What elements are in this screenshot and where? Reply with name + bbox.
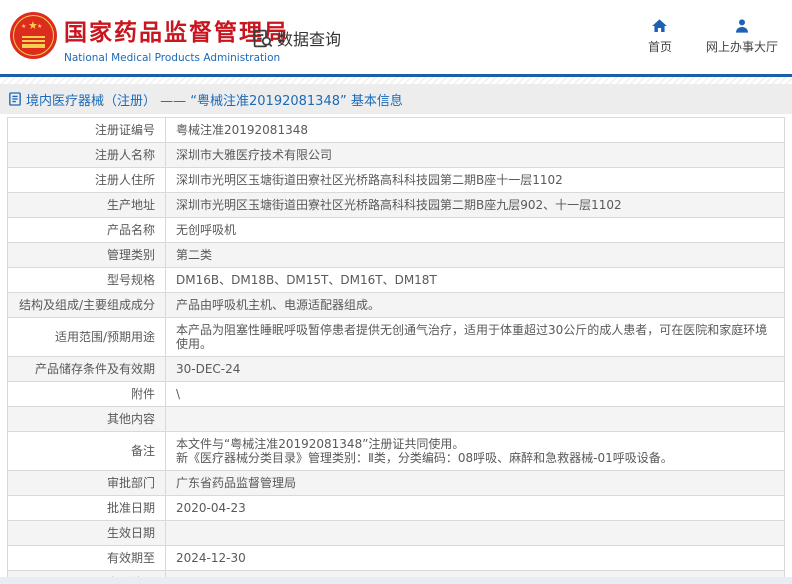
row-value: DM16B、DM18B、DM15T、DM16T、DM18T <box>166 268 785 293</box>
row-value <box>166 521 785 546</box>
row-value: 产品由呼吸机主机、电源适配器组成。 <box>166 293 785 318</box>
row-label: 生产地址 <box>8 193 166 218</box>
table-row: 适用范围/预期用途本产品为阻塞性睡眠呼吸暂停患者提供无创通气治疗，适用于体重超过… <box>8 318 785 357</box>
row-label: 有效期至 <box>8 546 166 571</box>
table-row: 管理类别第二类 <box>8 243 785 268</box>
document-icon <box>9 92 21 106</box>
table-row: 产品名称无创呼吸机 <box>8 218 785 243</box>
row-value: 2024-12-30 <box>166 546 785 571</box>
row-value <box>166 407 785 432</box>
home-icon <box>651 18 668 34</box>
breadcrumb-bar: 境内医疗器械（注册） —— “粤械注准20192081348” 基本信息 <box>0 84 792 114</box>
page-header: ★ ★ ★ 国家药品监督管理局 National Medical Product… <box>0 0 792 77</box>
row-label: 附件 <box>8 382 166 407</box>
row-label: 其他内容 <box>8 407 166 432</box>
row-value: 无创呼吸机 <box>166 218 785 243</box>
row-value: 30-DEC-24 <box>166 357 785 382</box>
row-label: 注册人住所 <box>8 168 166 193</box>
row-label: 备注 <box>8 432 166 471</box>
table-row: 注册人名称深圳市大雅医疗技术有限公司 <box>8 143 785 168</box>
nav-item-service-hall[interactable]: 网上办事大厅 <box>706 18 778 55</box>
row-label: 产品名称 <box>8 218 166 243</box>
national-emblem-logo: ★ ★ ★ <box>10 12 57 59</box>
table-row: 型号规格DM16B、DM18B、DM15T、DM16T、DM18T <box>8 268 785 293</box>
row-label: 注册人名称 <box>8 143 166 168</box>
row-value-line: 本文件与“粤械注准20192081348”注册证共同使用。 <box>176 437 774 451</box>
row-value-line: 新《医疗器械分类目录》管理类别：Ⅱ类，分类编码：08呼吸、麻醉和急救器械-01呼… <box>176 451 774 465</box>
row-label: 结构及组成/主要组成成分 <box>8 293 166 318</box>
row-value: 深圳市光明区玉塘街道田寮社区光桥路高科科技园第二期B座十一层1102 <box>166 168 785 193</box>
nav-item-home[interactable]: 首页 <box>648 18 672 55</box>
row-label: 注册证编号 <box>8 118 166 143</box>
emblem-gate-icon <box>22 36 45 48</box>
row-value: \ <box>166 382 785 407</box>
table-row: 生产地址深圳市光明区玉塘街道田寮社区光桥路高科科技园第二期B座九层902、十一层… <box>8 193 785 218</box>
document-search-icon <box>252 28 273 49</box>
nav-home-label: 首页 <box>648 38 672 55</box>
data-query-label: 数据查询 <box>277 26 341 50</box>
data-query-nav[interactable]: 数据查询 <box>252 26 341 50</box>
table-row: 注册人住所深圳市光明区玉塘街道田寮社区光桥路高科科技园第二期B座十一层1102 <box>8 168 785 193</box>
row-label: 批准日期 <box>8 496 166 521</box>
registration-info-table: 注册证编号粤械注准20192081348注册人名称深圳市大雅医疗技术有限公司注册… <box>7 117 785 584</box>
stripe-band <box>0 77 792 84</box>
table-row: 附件\ <box>8 382 785 407</box>
table-row: 注册证编号粤械注准20192081348 <box>8 118 785 143</box>
agency-name-en: National Medical Products Administration <box>64 52 289 64</box>
row-value: 2020-04-23 <box>166 496 785 521</box>
row-label: 生效日期 <box>8 521 166 546</box>
table-row: 备注本文件与“粤械注准20192081348”注册证共同使用。新《医疗器械分类目… <box>8 432 785 471</box>
breadcrumb: 境内医疗器械（注册） —— “粤械注准20192081348” 基本信息 <box>26 90 403 109</box>
row-label: 适用范围/预期用途 <box>8 318 166 357</box>
row-value: 深圳市光明区玉塘街道田寮社区光桥路高科科技园第二期B座九层902、十一层1102 <box>166 193 785 218</box>
row-value: 深圳市大雅医疗技术有限公司 <box>166 143 785 168</box>
table-row: 产品储存条件及有效期30-DEC-24 <box>8 357 785 382</box>
row-label: 审批部门 <box>8 471 166 496</box>
footer-strip <box>0 577 792 584</box>
nav-service-hall-label: 网上办事大厅 <box>706 38 778 55</box>
table-row: 有效期至2024-12-30 <box>8 546 785 571</box>
user-icon <box>734 18 750 34</box>
row-label: 型号规格 <box>8 268 166 293</box>
row-label: 产品储存条件及有效期 <box>8 357 166 382</box>
emblem-star-icon: ★ <box>21 24 26 30</box>
table-row: 其他内容 <box>8 407 785 432</box>
row-value: 广东省药品监督管理局 <box>166 471 785 496</box>
top-nav: 首页 网上办事大厅 <box>648 18 778 55</box>
row-value: 本文件与“粤械注准20192081348”注册证共同使用。新《医疗器械分类目录》… <box>166 432 785 471</box>
info-table-body: 注册证编号粤械注准20192081348注册人名称深圳市大雅医疗技术有限公司注册… <box>8 118 785 584</box>
table-row: 批准日期2020-04-23 <box>8 496 785 521</box>
table-row: 审批部门广东省药品监督管理局 <box>8 471 785 496</box>
table-row: 结构及组成/主要组成成分产品由呼吸机主机、电源适配器组成。 <box>8 293 785 318</box>
row-value: 粤械注准20192081348 <box>166 118 785 143</box>
emblem-star-icon: ★ <box>37 24 42 30</box>
table-row: 生效日期 <box>8 521 785 546</box>
row-value: 本产品为阻塞性睡眠呼吸暂停患者提供无创通气治疗，适用于体重超过30公斤的成人患者… <box>166 318 785 357</box>
row-value: 第二类 <box>166 243 785 268</box>
row-label: 管理类别 <box>8 243 166 268</box>
